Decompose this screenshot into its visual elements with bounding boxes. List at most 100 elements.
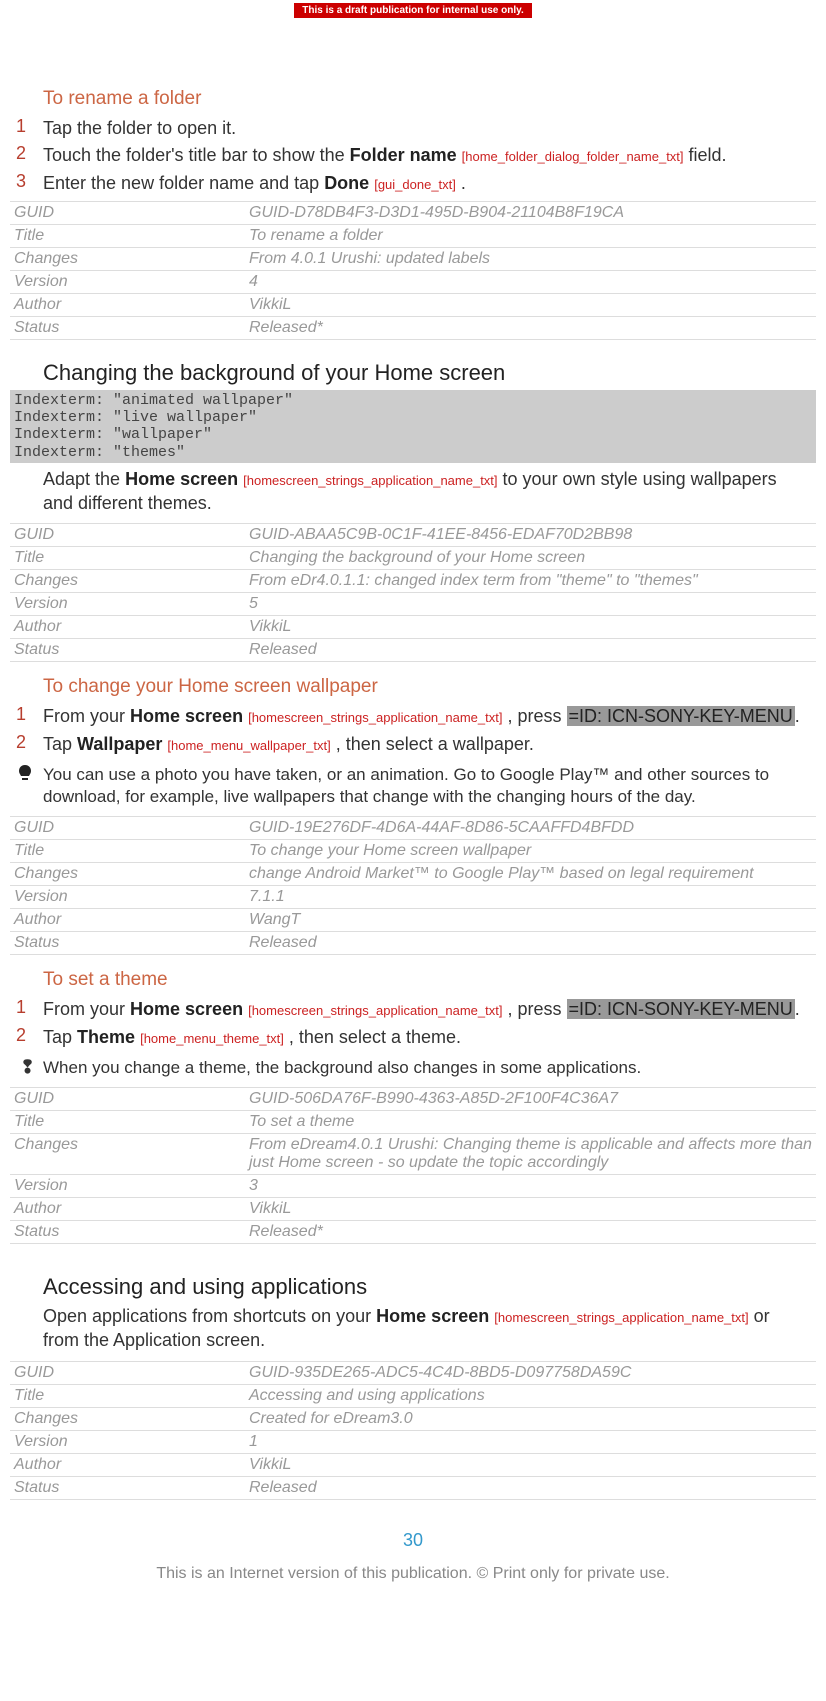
- text-fragment: From your: [43, 999, 130, 1019]
- meta-key: Changes: [10, 570, 245, 593]
- step-row: 2 Tap Theme [home_menu_theme_txt] , then…: [10, 1025, 816, 1049]
- meta-val: 4: [245, 270, 816, 293]
- string-ref: [homescreen_strings_application_name_txt…: [248, 710, 502, 725]
- text-fragment: , then select a wallpaper.: [331, 734, 534, 754]
- meta-val: GUID-19E276DF-4D6A-44AF-8D86-5CAAFFD4BFD…: [245, 817, 816, 840]
- footer-text: This is an Internet version of this publ…: [10, 1565, 816, 1583]
- ui-label: Home screen: [130, 706, 243, 726]
- string-ref: [homescreen_strings_application_name_txt…: [243, 473, 497, 488]
- draft-banner: This is a draft publication for internal…: [294, 3, 532, 18]
- meta-val: From eDream4.0.1 Urushi: Changing theme …: [245, 1133, 816, 1174]
- meta-key: Status: [10, 316, 245, 339]
- text-fragment: , press: [502, 706, 566, 726]
- meta-val: To set a theme: [245, 1110, 816, 1133]
- ui-label: Wallpaper: [77, 734, 162, 754]
- text-fragment: Touch the folder's title bar to show the: [43, 145, 350, 165]
- meta-val: VikkiL: [245, 293, 816, 316]
- meta-val: 5: [245, 593, 816, 616]
- meta-key: Status: [10, 932, 245, 955]
- meta-key: Author: [10, 616, 245, 639]
- meta-val: Changing the background of your Home scr…: [245, 547, 816, 570]
- text-fragment: Tap: [43, 1027, 77, 1047]
- meta-key: Author: [10, 1453, 245, 1476]
- meta-val: Created for eDream3.0: [245, 1407, 816, 1430]
- meta-key: Changes: [10, 1407, 245, 1430]
- step-text: Enter the new folder name and tap Done […: [43, 171, 816, 195]
- tip-icon: [10, 764, 43, 808]
- step-number: 1: [10, 997, 43, 1021]
- meta-val: To change your Home screen wallpaper: [245, 840, 816, 863]
- step-row: 1 From your Home screen [homescreen_stri…: [10, 997, 816, 1021]
- meta-val: 3: [245, 1174, 816, 1197]
- body-paragraph: Open applications from shortcuts on your…: [43, 1304, 783, 1353]
- heading-set-theme: To set a theme: [43, 969, 816, 991]
- metadata-table: GUIDGUID-935DE265-ADC5-4C4D-8BD5-D097758…: [10, 1361, 816, 1500]
- meta-key: Title: [10, 1384, 245, 1407]
- text-fragment: .: [795, 706, 800, 726]
- meta-key: GUID: [10, 817, 245, 840]
- ui-label: Done: [324, 173, 369, 193]
- meta-key: Title: [10, 1110, 245, 1133]
- meta-val: 7.1.1: [245, 886, 816, 909]
- meta-key: Version: [10, 1430, 245, 1453]
- string-ref: [homescreen_strings_application_name_txt…: [494, 1310, 748, 1325]
- text-fragment: , then select a theme.: [284, 1027, 461, 1047]
- meta-val: From 4.0.1 Urushi: updated labels: [245, 247, 816, 270]
- page-content: To rename a folder 1 Tap the folder to o…: [0, 18, 826, 1603]
- step-number: 3: [10, 171, 43, 195]
- step-text: From your Home screen [homescreen_string…: [43, 704, 816, 728]
- text-fragment: , press: [502, 999, 566, 1019]
- ui-label: Folder name: [350, 145, 457, 165]
- metadata-table: GUIDGUID-ABAA5C9B-0C1F-41EE-8456-EDAF70D…: [10, 523, 816, 662]
- meta-val: To rename a folder: [245, 224, 816, 247]
- step-text: Tap Theme [home_menu_theme_txt] , then s…: [43, 1025, 816, 1049]
- meta-key: Version: [10, 1174, 245, 1197]
- text-fragment: From your: [43, 706, 130, 726]
- step-text: Tap the folder to open it.: [43, 116, 816, 140]
- icon-ref-menu-key: =ID: ICN-SONY-KEY-MENU: [567, 999, 795, 1019]
- ui-label: Theme: [77, 1027, 135, 1047]
- step-number: 1: [10, 116, 43, 140]
- meta-val: change Android Market™ to Google Play™ b…: [245, 863, 816, 886]
- meta-key: GUID: [10, 201, 245, 224]
- note-row: ❢ When you change a theme, the backgroun…: [10, 1057, 816, 1079]
- text-fragment: .: [795, 999, 800, 1019]
- text-fragment: Tap: [43, 734, 77, 754]
- step-number: 2: [10, 732, 43, 756]
- meta-key: Changes: [10, 247, 245, 270]
- meta-val: VikkiL: [245, 1453, 816, 1476]
- ui-label: Home screen: [130, 999, 243, 1019]
- body-paragraph: Adapt the Home screen [homescreen_string…: [43, 467, 783, 516]
- indexterm-block: Indexterm: "animated wallpaper" Indexter…: [10, 390, 816, 463]
- meta-key: Version: [10, 886, 245, 909]
- meta-val: WangT: [245, 909, 816, 932]
- meta-key: Author: [10, 1197, 245, 1220]
- meta-val: Released: [245, 639, 816, 662]
- ui-label: Home screen: [376, 1306, 489, 1326]
- meta-key: GUID: [10, 1361, 245, 1384]
- string-ref: [home_menu_wallpaper_txt]: [167, 738, 330, 753]
- text-fragment: Adapt the: [43, 469, 125, 489]
- step-number: 1: [10, 704, 43, 728]
- meta-key: Author: [10, 909, 245, 932]
- step-number: 2: [10, 1025, 43, 1049]
- step-text: Touch the folder's title bar to show the…: [43, 143, 816, 167]
- meta-val: Released: [245, 932, 816, 955]
- step-number: 2: [10, 143, 43, 167]
- meta-key: Author: [10, 293, 245, 316]
- meta-val: VikkiL: [245, 1197, 816, 1220]
- step-row: 2 Touch the folder's title bar to show t…: [10, 143, 816, 167]
- meta-val: 1: [245, 1430, 816, 1453]
- heading-changing-background: Changing the background of your Home scr…: [43, 360, 816, 386]
- string-ref: [gui_done_txt]: [374, 177, 456, 192]
- page-number: 30: [10, 1530, 816, 1551]
- heading-rename-folder: To rename a folder: [43, 88, 816, 110]
- step-text: Tap Wallpaper [home_menu_wallpaper_txt] …: [43, 732, 816, 756]
- meta-val: Released: [245, 1476, 816, 1499]
- meta-val: GUID-ABAA5C9B-0C1F-41EE-8456-EDAF70D2BB9…: [245, 524, 816, 547]
- ui-label: Home screen: [125, 469, 238, 489]
- meta-val: VikkiL: [245, 616, 816, 639]
- note-icon: ❢: [10, 1057, 43, 1079]
- metadata-table: GUIDGUID-19E276DF-4D6A-44AF-8D86-5CAAFFD…: [10, 816, 816, 955]
- text-fragment: Enter the new folder name and tap: [43, 173, 324, 193]
